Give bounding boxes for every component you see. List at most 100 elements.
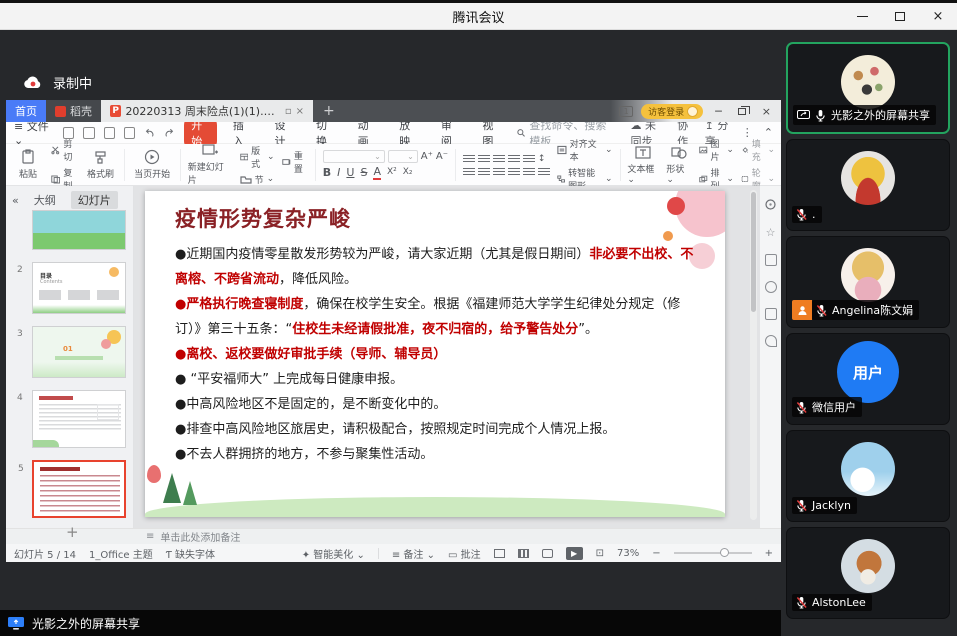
participant-tile-sharer[interactable]: 光影之外的屏幕共享 (786, 42, 950, 134)
slideshow-play-button[interactable]: ▶ (566, 547, 583, 560)
wps-restore-button[interactable] (734, 105, 750, 118)
increase-indent-icon[interactable] (508, 155, 520, 163)
shrink-font-icon[interactable]: A⁻ (436, 151, 448, 162)
normal-view-icon[interactable] (494, 549, 505, 558)
align-text-button[interactable]: 对齐文本 ⌄ (557, 137, 613, 163)
slide-thumbnail-2[interactable]: 2 目录 Contents (32, 262, 126, 314)
bullet-list-icon[interactable] (463, 155, 475, 163)
italic-button[interactable]: I (337, 166, 340, 179)
close-button[interactable]: × (919, 3, 957, 30)
align-left-icon[interactable] (463, 168, 475, 176)
slide-thumbnail-5-selected[interactable]: 5 (32, 460, 126, 518)
maximize-button[interactable] (881, 3, 919, 30)
align-right-icon[interactable] (493, 168, 505, 176)
distribute-icon[interactable] (523, 168, 535, 176)
bold-button[interactable]: B (323, 166, 331, 179)
missing-font-warning[interactable]: Ƭ 缺失字体 (166, 546, 215, 561)
slide-thumbnail-1[interactable] (32, 210, 126, 250)
notes-button[interactable]: ≡ 备注 ⌄ (392, 546, 435, 561)
slide-canvas[interactable]: 疫情形势复杂严峻 ●近期国内疫情零星散发形势较为严峻，请大家近期（尤其是假日期间… (145, 191, 725, 517)
slide-body-textbox[interactable]: ●近期国内疫情零星散发形势较为严峻，请大家近期（尤其是假日期间）非必要不出校、不… (175, 243, 697, 468)
wps-close-button[interactable]: × (758, 105, 775, 118)
font-color-button[interactable]: A (373, 165, 381, 180)
zoom-level[interactable]: 73% (617, 548, 639, 559)
tab-close-icon[interactable]: × (296, 106, 304, 117)
redo-icon[interactable] (164, 127, 175, 139)
animation-pane-icon[interactable] (765, 254, 777, 266)
play-from-current-button[interactable]: 当页开始 (131, 149, 173, 180)
columns-icon[interactable] (538, 168, 550, 176)
paste-button[interactable]: 粘贴 (12, 149, 44, 180)
text-box-button[interactable]: 文本框 ⌄ (627, 145, 659, 185)
participant-tile-dot[interactable]: . (786, 139, 950, 231)
line-spacing-icon[interactable] (523, 155, 535, 163)
format-painter-button[interactable]: 格式刷 (84, 150, 116, 180)
participant-name: AlstonLee (812, 596, 866, 609)
strikethrough-button[interactable]: S (360, 166, 367, 179)
tab-docer[interactable]: 稻壳 (46, 100, 101, 122)
guest-login-badge[interactable]: 访客登录 (641, 104, 703, 119)
align-center-icon[interactable] (478, 168, 490, 176)
participant-tile-angelina[interactable]: Angelina陈文娟 (786, 236, 950, 328)
cut-button[interactable]: 剪切 (51, 137, 77, 163)
participant-tile-jacklyn[interactable]: Jacklyn (786, 430, 950, 522)
editor-scrollbar[interactable] (750, 190, 757, 520)
collapse-panel-icon[interactable]: « (12, 194, 19, 207)
grow-font-icon[interactable]: A⁺ (421, 151, 433, 162)
underline-button[interactable]: U (346, 166, 354, 179)
comments-button[interactable]: ▭ 批注 (448, 546, 481, 561)
minimize-button[interactable] (843, 3, 881, 30)
tab-document[interactable]: P 20220313 周末险点(1)(1).pptx ▫ × (101, 100, 313, 122)
zoom-slider[interactable] (674, 552, 752, 554)
layout-button[interactable]: 版式 ⌄ (240, 144, 275, 170)
add-slide-button[interactable]: + (66, 523, 79, 541)
decrease-indent-icon[interactable] (493, 155, 505, 163)
reading-view-icon[interactable] (542, 549, 553, 558)
window-switch-icon[interactable]: 1 (619, 106, 633, 117)
shapes-button[interactable]: 形状 ⌄ (666, 145, 692, 185)
theme-name[interactable]: 1_Office 主题 (89, 546, 153, 561)
font-size-select[interactable]: ⌄ (388, 150, 418, 163)
notes-bar[interactable]: ≡ 单击此处添加备注 (6, 528, 781, 544)
zoom-in-button[interactable]: + (765, 548, 773, 559)
participant-tile-alstonlee[interactable]: AlstonLee (786, 527, 950, 619)
new-slide-button[interactable]: 新建幻灯片 (188, 143, 233, 186)
slides-tab[interactable]: 幻灯片 (71, 191, 118, 209)
tab-pin-icon[interactable]: ▫ (285, 106, 292, 117)
file-menu[interactable]: ≡ 文件 ⌄ (14, 118, 54, 147)
print-preview-icon[interactable] (124, 127, 135, 139)
print-icon[interactable] (104, 127, 115, 139)
export-icon[interactable] (83, 127, 94, 139)
tab-home[interactable]: 首页 (6, 100, 46, 122)
superscript-button[interactable]: X² (387, 167, 397, 177)
properties-icon[interactable] (764, 198, 777, 211)
picture-button[interactable]: 图片 ⌄ (699, 137, 734, 163)
fill-button[interactable]: 填充 ⌄ (741, 137, 775, 163)
recording-indicator[interactable]: 录制中 (22, 73, 92, 92)
undo-icon[interactable] (144, 127, 155, 139)
justify-icon[interactable] (508, 168, 520, 176)
subscript-button[interactable]: X₂ (403, 167, 413, 177)
font-family-select[interactable]: ⌄ (323, 150, 385, 163)
sorter-view-icon[interactable] (518, 549, 529, 558)
slide-editor[interactable]: 疫情形势复杂严峻 ●近期国内疫情零星散发形势较为严峻，请大家近期（尤其是假日期间… (134, 186, 759, 528)
selection-pane-icon[interactable] (765, 308, 777, 320)
comment-pane-icon[interactable] (765, 335, 777, 347)
slide-thumbnail-3[interactable]: 3 01 (32, 326, 126, 378)
reset-button[interactable]: 重置 (282, 149, 308, 175)
favorites-icon[interactable]: ☆ (766, 226, 776, 239)
outline-tab[interactable]: 大纲 (27, 191, 63, 209)
sort-icon[interactable]: ↕ (538, 154, 546, 164)
zoom-out-button[interactable]: − (652, 548, 660, 559)
wps-minimize-button[interactable]: ─ (711, 105, 726, 118)
beautify-button[interactable]: ✦ 智能美化 ⌄ (302, 546, 365, 561)
section-button[interactable]: 节 ⌄ (240, 173, 275, 186)
new-tab-button[interactable]: + (313, 100, 345, 122)
numbered-list-icon[interactable] (478, 155, 490, 163)
participant-tile-wechat-user[interactable]: 用户 微信用户 (786, 333, 950, 425)
zoom-slider-knob[interactable] (720, 548, 729, 557)
bullet-4: ● “平安福师大” 上完成每日健康申报。 (175, 368, 697, 393)
help-pane-icon[interactable] (765, 281, 777, 293)
slide-thumbnail-4[interactable]: 4 (32, 390, 126, 448)
fit-slide-icon[interactable]: ⊡ (596, 548, 604, 559)
